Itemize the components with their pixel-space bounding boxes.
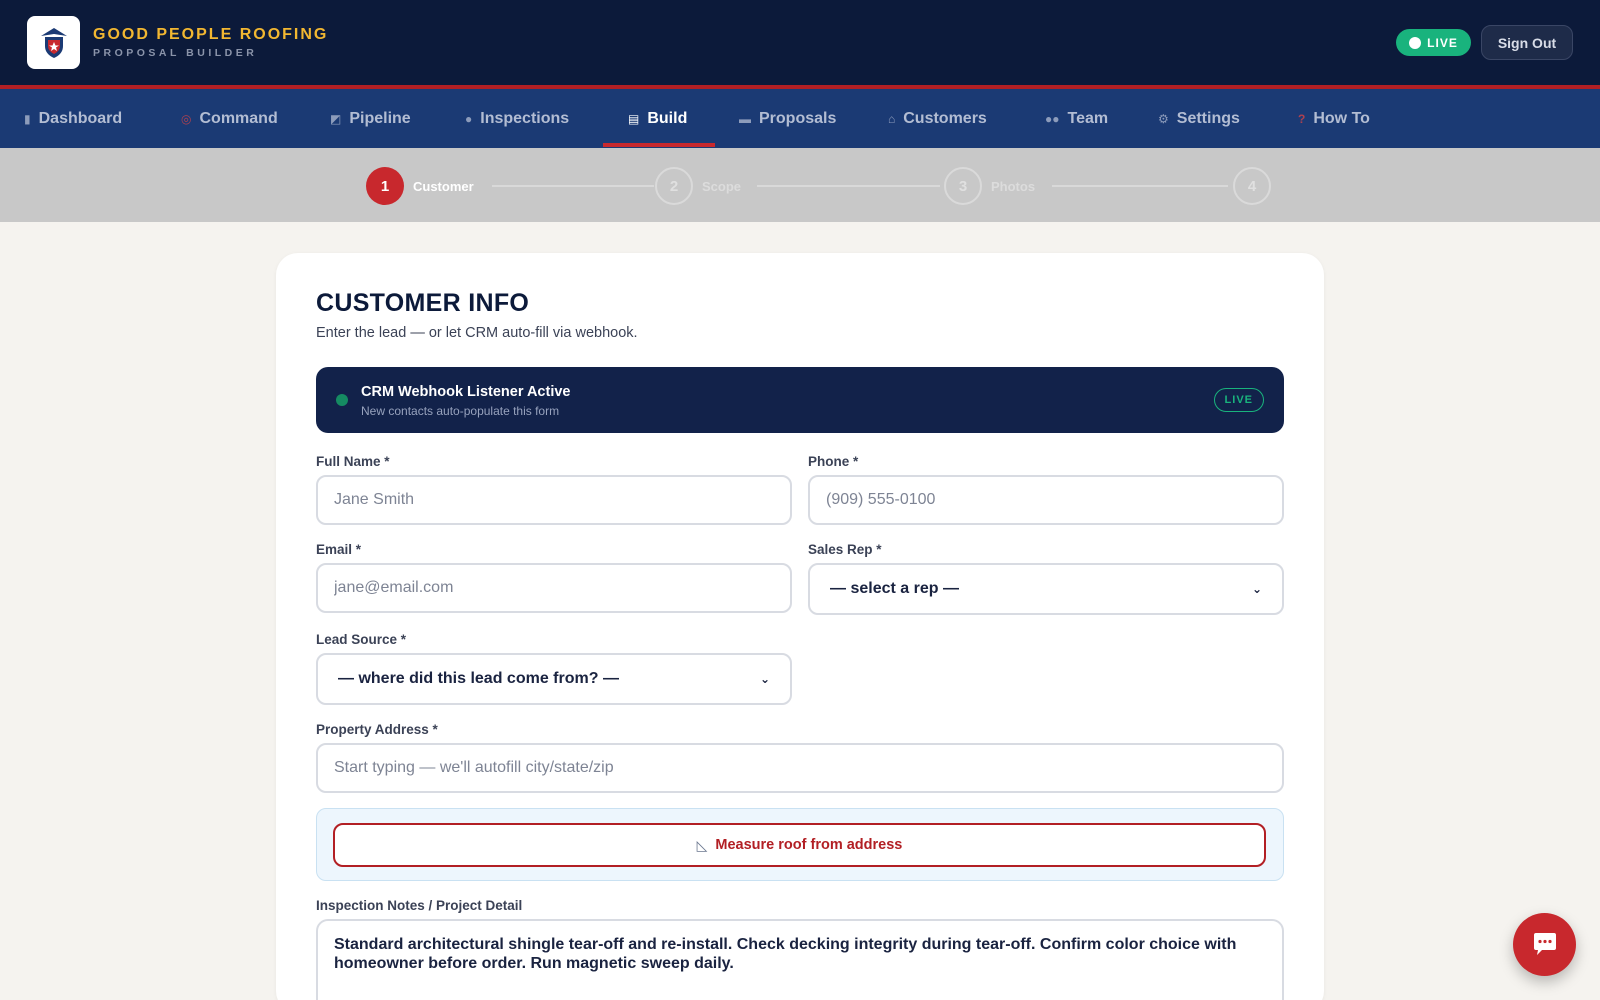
webhook-title: CRM Webhook Listener Active <box>361 384 571 400</box>
notes-label: Inspection Notes / Project Detail <box>316 898 523 913</box>
customer-info-card: CUSTOMER INFO Enter the lead — or let CR… <box>276 253 1324 1000</box>
chevron-down-icon: ⌄ <box>759 672 770 686</box>
step-connector <box>757 185 940 187</box>
nav-label: Build <box>647 109 688 127</box>
step-1-label: Customer <box>413 179 474 194</box>
nav-item-settings[interactable]: ⚙ Settings <box>1158 89 1240 148</box>
nav-item-command[interactable]: ◎ Command <box>181 89 278 148</box>
step-connector <box>1052 185 1228 187</box>
sales-rep-select[interactable]: — select a rep — ⌄ <box>808 563 1284 615</box>
document-icon: ▬ <box>739 111 751 126</box>
email-label: Email * <box>316 542 362 557</box>
page-title: CUSTOMER INFO <box>316 289 530 317</box>
step-connector <box>492 185 654 187</box>
step-3-circle[interactable]: 3 <box>944 167 982 205</box>
sales-rep-label: Sales Rep * <box>808 542 882 557</box>
clipboard-icon: ▤ <box>628 111 640 126</box>
webhook-status-banner: CRM Webhook Listener Active New contacts… <box>316 367 1284 433</box>
nav-label: Settings <box>1176 109 1240 127</box>
nav-label: How To <box>1313 109 1370 127</box>
step-4-circle[interactable]: 4 <box>1233 167 1271 205</box>
nav-label: Customers <box>903 109 987 127</box>
measure-roof-label: Measure roof from address <box>715 837 903 853</box>
active-tab-indicator <box>603 143 715 147</box>
nav-item-team[interactable]: ●● Team <box>1045 89 1108 148</box>
chart-icon: ▮ <box>24 111 31 126</box>
live-status-badge: LIVE <box>1396 29 1471 56</box>
nav-item-dashboard[interactable]: ▮ Dashboard <box>24 89 122 148</box>
progress-stepper: 1 Customer 2 Scope 3 Photos 4 <box>0 148 1600 222</box>
address-label: Property Address * <box>316 722 438 737</box>
chevron-down-icon: ⌄ <box>1251 582 1262 596</box>
webhook-subtitle: New contacts auto-populate this form <box>361 404 560 418</box>
nav-label: Inspections <box>480 109 570 127</box>
sign-out-button[interactable]: Sign Out <box>1481 25 1573 60</box>
nav-item-inspections[interactable]: ● Inspections <box>465 89 569 148</box>
step-2-circle[interactable]: 2 <box>655 167 693 205</box>
nav-label: Pipeline <box>349 109 411 127</box>
phone-input[interactable] <box>808 475 1284 525</box>
full-name-label: Full Name * <box>316 454 390 469</box>
page-subtitle: Enter the lead — or let CRM auto-fill vi… <box>316 325 638 341</box>
people-icon: ●● <box>1045 111 1060 126</box>
nav-label: Team <box>1067 109 1109 127</box>
property-address-input[interactable] <box>316 743 1284 793</box>
question-icon: ? <box>1298 111 1306 126</box>
step-1-circle[interactable]: 1 <box>366 167 404 205</box>
nav-label: Dashboard <box>38 109 123 127</box>
step-2-label: Scope <box>702 179 742 194</box>
full-name-input[interactable] <box>316 475 792 525</box>
ruler-icon: ◺ <box>696 836 708 853</box>
chat-button[interactable] <box>1513 913 1576 976</box>
phone-label: Phone * <box>808 454 859 469</box>
nav-label: Proposals <box>759 109 837 127</box>
roofing-crest-icon <box>40 27 67 58</box>
nav-item-how-to[interactable]: ? How To <box>1298 89 1370 148</box>
nav-item-pipeline[interactable]: ◩ Pipeline <box>330 89 411 148</box>
email-input[interactable] <box>316 563 792 613</box>
trend-icon: ◩ <box>330 111 342 126</box>
lead-source-selected: — where did this lead come from? — <box>338 670 619 687</box>
lead-source-select[interactable]: — where did this lead come from? — ⌄ <box>316 653 792 705</box>
target-icon: ◎ <box>181 111 192 126</box>
measure-roof-button[interactable]: ◺ Measure roof from address <box>333 823 1266 867</box>
magnifier-icon: ● <box>465 111 473 126</box>
webhook-live-badge: LIVE <box>1213 388 1264 412</box>
nav-label: Command <box>199 109 278 127</box>
house-icon: ⌂ <box>888 111 896 126</box>
logo[interactable] <box>27 16 80 69</box>
main-nav: ▮ Dashboard ◎ Command ◩ Pipeline ● Inspe… <box>0 89 1600 148</box>
lead-source-label: Lead Source * <box>316 632 407 647</box>
sales-rep-selected: — select a rep — <box>830 580 959 597</box>
chat-bubble-icon <box>1533 932 1556 955</box>
gear-icon: ⚙ <box>1158 111 1169 126</box>
live-label: LIVE <box>1427 35 1458 50</box>
nav-item-proposals[interactable]: ▬ Proposals <box>739 89 836 148</box>
nav-item-build[interactable]: ▤ Build <box>628 89 687 148</box>
nav-item-customers[interactable]: ⌂ Customers <box>888 89 987 148</box>
status-dot-icon <box>336 394 348 406</box>
step-3-label: Photos <box>991 179 1036 194</box>
brand-title: GOOD PEOPLE ROOFING <box>93 26 329 43</box>
live-dot-icon <box>1409 36 1422 49</box>
brand-subtitle: PROPOSAL BUILDER <box>93 47 258 59</box>
inspection-notes-textarea[interactable]: Standard architectural shingle tear-off … <box>316 919 1284 1000</box>
measure-roof-panel: ◺ Measure roof from address <box>316 808 1284 881</box>
top-bar: GOOD PEOPLE ROOFING PROPOSAL BUILDER LIV… <box>0 0 1600 85</box>
